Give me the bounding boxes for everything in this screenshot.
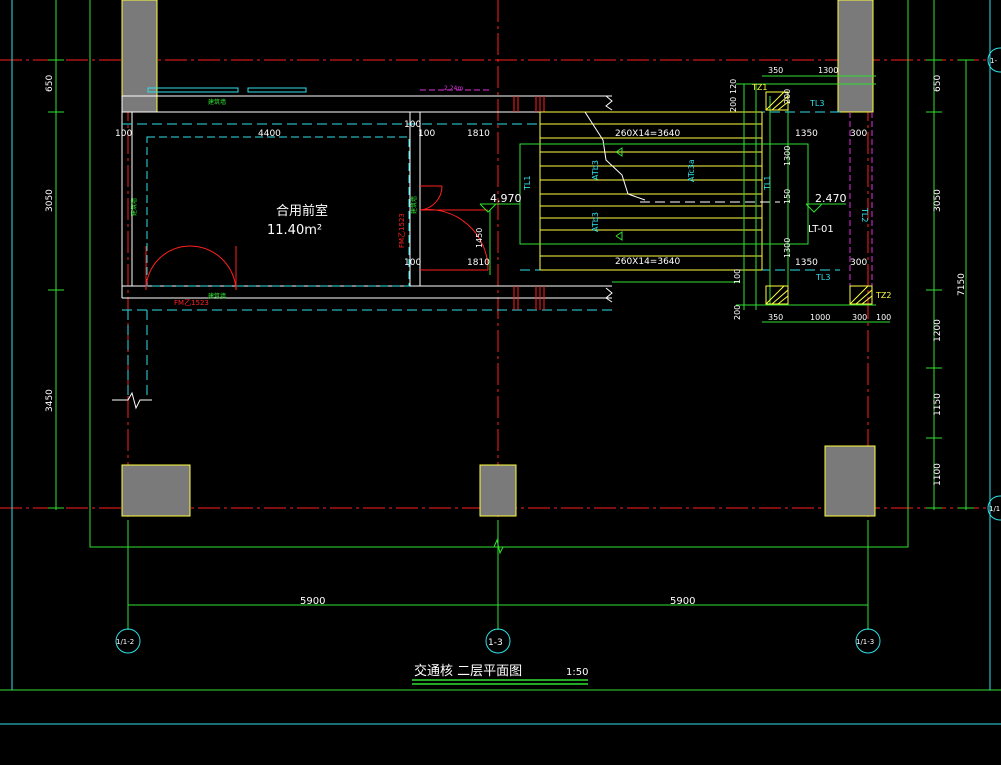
- dimension-lines: [48, 0, 974, 630]
- beam-label-tl3-bot: TL3: [815, 273, 830, 282]
- dim-right-1150: 1150: [933, 393, 943, 416]
- dim-right-1100: 1100: [933, 463, 943, 486]
- dim-axis-span-right: 5900: [670, 596, 695, 607]
- dim-v-120: 120: [729, 79, 738, 94]
- dim-top-100a: 100: [115, 129, 132, 139]
- room-name: 合用前室: [276, 203, 328, 219]
- walls: [121, 95, 613, 303]
- flight-label-top: ATb3: [591, 160, 600, 180]
- dim-top-1350a: 1350: [795, 129, 818, 139]
- column-bottom-right: [824, 445, 876, 517]
- doors: [145, 185, 489, 291]
- beam-label-tl2: TL2: [860, 207, 869, 222]
- dim-left-3050: 3050: [45, 189, 55, 212]
- drawing-scale: 1:50: [566, 667, 588, 678]
- stair-id-label: LT-01: [808, 224, 834, 235]
- dim-top-300a: 300: [850, 129, 867, 139]
- wall-label-1: 建筑墙: [208, 98, 226, 106]
- axis-label-edge-bottom: 1/1: [989, 505, 1000, 513]
- dim-top-1300a: 1300: [818, 66, 838, 75]
- dim-v-200a: 200: [729, 97, 738, 112]
- column-top-left: [121, 0, 158, 113]
- door-label-main: FM乙1523: [174, 299, 209, 307]
- beam-label-tl1: TL1: [523, 176, 532, 191]
- column-bottom-left: [121, 464, 191, 517]
- dim-axis-span-left: 5900: [300, 596, 325, 607]
- beam-label-tl1b: TL1: [763, 176, 772, 191]
- dim-bot-300c: 300: [852, 313, 867, 322]
- dim-v-1300a: 1300: [783, 146, 792, 166]
- elevation-landing: 4.970: [490, 192, 522, 205]
- stair-upper-run-label: 260X14=3640: [615, 129, 681, 139]
- dim-v-200c: 200: [733, 305, 742, 320]
- dim-left-3450: 3450: [45, 389, 55, 412]
- stair-lower-run-label: 260X14=3640: [615, 257, 681, 267]
- dim-bot-100d: 100: [404, 258, 421, 268]
- dim-top-4400: 4400: [258, 129, 281, 139]
- dim-bot-1810b: 1810: [467, 258, 490, 268]
- top-magenta-label: 2.24m: [444, 85, 463, 92]
- dim-v-1450: 1450: [475, 228, 484, 248]
- dim-right-7150: 7150: [957, 273, 967, 296]
- wall-label-2: 建筑墙: [208, 292, 226, 300]
- dim-bot-350b: 350: [768, 313, 783, 322]
- dim-left-650: 650: [45, 75, 55, 92]
- dim-top-100c: 100: [418, 129, 435, 139]
- beam-label-tl3-top: TL3: [809, 99, 824, 108]
- dim-v-1300b: 1300: [783, 238, 792, 258]
- column-bottom-mid: [479, 464, 517, 517]
- dim-v-200b: 200: [783, 89, 792, 104]
- title-underline: [412, 679, 588, 685]
- dim-v-100: 100: [733, 269, 742, 284]
- dim-bot-1350b: 1350: [795, 258, 818, 268]
- dim-bot-300b: 300: [850, 258, 867, 268]
- cad-drawing-canvas: 交通核 二层平面图 1:50 合用前室 11.40m² 4.970 2.470 …: [0, 0, 1001, 725]
- dim-right-3050: 3050: [933, 189, 943, 212]
- axis-label-edge-top: 1-: [990, 57, 997, 65]
- dim-right-650: 650: [933, 75, 943, 92]
- column-top-right: [837, 0, 874, 113]
- axis-label-right: 1/1-3: [856, 638, 874, 646]
- flight-label-bottom: ATb3: [591, 212, 600, 232]
- stair-break-line: [584, 111, 646, 201]
- elevation-stair: 2.470: [815, 192, 847, 205]
- wall-label-3: 建筑墙: [130, 198, 138, 216]
- column-label-tz2: TZ2: [875, 291, 891, 300]
- axis-label-left: 1/1-2: [116, 638, 134, 646]
- dim-right-1200: 1200: [933, 319, 943, 342]
- drawing-title: 交通核 二层平面图: [414, 663, 522, 679]
- dim-top-350a: 350: [768, 66, 783, 75]
- door-label-side: FM乙1523: [398, 213, 406, 248]
- dim-bot-100e: 100: [876, 313, 891, 322]
- room-area: 11.40m²: [267, 223, 322, 238]
- dim-v-150: 150: [783, 189, 792, 204]
- column-label-tz1: TZ1: [751, 83, 767, 92]
- dim-top-1810a: 1810: [467, 129, 490, 139]
- flight-label-right: ATc3a: [687, 159, 696, 182]
- axis-label-mid: 1-3: [488, 638, 503, 648]
- dim-bot-1000: 1000: [810, 313, 830, 322]
- wall-label-4: 建筑墙: [410, 196, 418, 214]
